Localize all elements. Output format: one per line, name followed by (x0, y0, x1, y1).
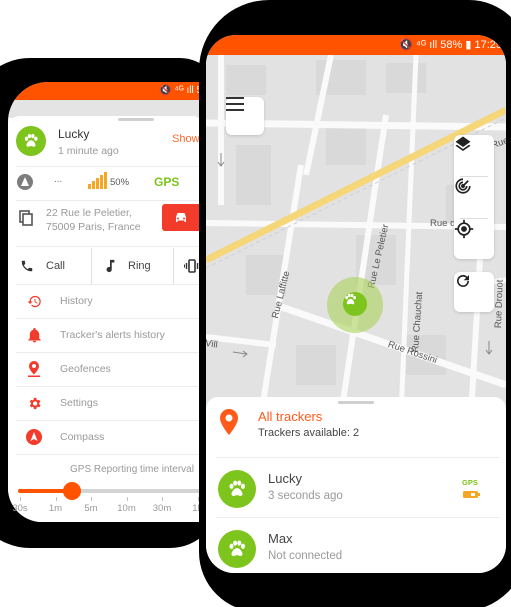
heading-icon (17, 174, 33, 190)
status-bar: 🔇 ⁴ᴳ ıll 58% ▮ 17:25 (206, 35, 506, 55)
street-label: Vill (206, 338, 219, 351)
sheet-drag-handle[interactable] (118, 118, 154, 121)
layers-button[interactable] (454, 135, 494, 175)
menu-item-geofences[interactable]: Geofences (16, 352, 204, 386)
address-row: 22 Rue le Peletier, 75009 Paris, France (16, 204, 204, 244)
tracker-avatar (343, 292, 367, 316)
action-row: Call Ring V (16, 248, 204, 284)
gps-mode-label: GPS (154, 175, 180, 189)
ring-label: Ring (128, 260, 151, 272)
menu-label: History (60, 295, 93, 307)
ring-button[interactable]: Ring (104, 248, 174, 284)
trackers-available: Trackers available: 2 (258, 427, 360, 439)
gps-badge: GPS (462, 478, 478, 487)
menu-label: Geofences (60, 363, 111, 375)
vibrate-icon (184, 259, 200, 273)
gps-interval-slider[interactable] (18, 482, 208, 500)
menu-item-alerts-history[interactable]: Tracker's alerts history (16, 318, 204, 352)
my-location-button[interactable] (454, 219, 494, 259)
tracker-avatar (218, 470, 256, 508)
radar-icon (455, 178, 471, 194)
location-pin-icon (220, 409, 238, 435)
slider-tick-label: 30s (12, 503, 28, 514)
street-label: Rue Drouot (493, 279, 506, 329)
refresh-icon (457, 274, 469, 287)
navigate-button[interactable] (162, 204, 204, 231)
slider-tick-label: 30m (152, 503, 172, 514)
tracker-name: Lucky (58, 127, 90, 141)
right-phone-screen: 🔇 ⁴ᴳ ıll 58% ▮ 17:25 Rue Laffitte Rue Le… (206, 35, 506, 573)
all-trackers-row[interactable]: All trackers Trackers available: 2 (206, 407, 506, 455)
paw-icon (229, 540, 245, 557)
compass-icon (26, 429, 42, 445)
menu-label: Compass (60, 431, 105, 443)
left-phone-screen: 🔇 ⁴ᴳ ıll 5 Lucky 1 minute ago Show all .… (8, 82, 204, 522)
call-button[interactable]: Call (20, 248, 92, 284)
tracker-avatar (218, 530, 256, 568)
slider-tick-label: 10m (117, 503, 136, 514)
menu-label: Settings (60, 397, 98, 409)
divider (16, 200, 204, 201)
heading-value: ... (54, 174, 63, 185)
tracker-header: Lucky 1 minute ago Show all (16, 124, 204, 164)
map-view[interactable]: Rue Laffitte Rue Le Peletier Rue Chaucha… (206, 55, 506, 415)
divider (16, 246, 204, 247)
tracker-status-row: ... 50% GPS (16, 168, 204, 198)
tracker-list-item[interactable]: Max Not connected (206, 518, 506, 573)
tracker-map-marker[interactable] (327, 277, 383, 333)
menu-label: Tracker's alerts history (60, 329, 165, 341)
history-icon (27, 295, 41, 307)
tracker-detail-sheet: Lucky 1 minute ago Show all ... 50% GPS … (8, 116, 204, 522)
menu-item-history[interactable]: History (16, 284, 204, 318)
battery-percent: 50% (110, 177, 130, 188)
slider-tick (91, 497, 92, 501)
geofence-pin-icon (28, 361, 40, 377)
hamburger-icon (226, 97, 244, 111)
tracker-status: 3 seconds ago (268, 490, 343, 502)
battery-icon (463, 491, 480, 498)
phone-icon (21, 260, 33, 272)
slider-tick (20, 497, 21, 501)
gear-icon (29, 397, 40, 409)
tracker-list-item[interactable]: Lucky 3 seconds ago GPS (206, 458, 506, 516)
my-location-icon (454, 219, 474, 239)
menu-item-settings[interactable]: Settings (16, 386, 204, 420)
refresh-button[interactable] (454, 272, 494, 312)
slider-tick-label: 5m (84, 503, 98, 514)
tracker-name: Lucky (268, 471, 302, 486)
tracker-name: Max (268, 531, 293, 546)
slider-tick (126, 497, 128, 501)
menu-button[interactable] (226, 97, 264, 135)
copy-icon[interactable] (19, 210, 33, 226)
slider-tick-label: 1m (48, 503, 63, 514)
address-line-1: 22 Rue le Peletier, (46, 207, 132, 219)
gps-interval-label: GPS Reporting time interval (70, 464, 194, 475)
slider-tick (55, 497, 57, 501)
divider (16, 454, 204, 455)
tracker-last-update: 1 minute ago (58, 145, 119, 157)
call-label: Call (46, 260, 65, 272)
tracker-avatar (16, 126, 46, 156)
slider-thumb[interactable] (62, 482, 81, 500)
address-line-2: 75009 Paris, France (46, 221, 141, 233)
slider-tick (162, 497, 163, 501)
paw-icon (229, 480, 245, 497)
paw-icon (345, 293, 356, 305)
layers-icon (455, 136, 471, 152)
bell-icon (27, 327, 41, 342)
all-trackers-title: All trackers (258, 409, 323, 424)
map-controls (454, 135, 494, 259)
menu-item-compass[interactable]: Compass (16, 420, 204, 454)
sheet-drag-handle[interactable] (338, 401, 374, 404)
divider (16, 166, 204, 167)
tracker-status: Not connected (268, 550, 343, 562)
battery-signal-icon (88, 172, 107, 189)
music-note-icon (106, 259, 115, 273)
trackers-sheet: All trackers Trackers available: 2 Lucky… (206, 397, 506, 573)
status-bar: 🔇 ⁴ᴳ ıll 5 (8, 82, 204, 100)
car-icon (176, 212, 186, 222)
paw-icon (24, 134, 38, 147)
radar-button[interactable] (454, 177, 494, 217)
